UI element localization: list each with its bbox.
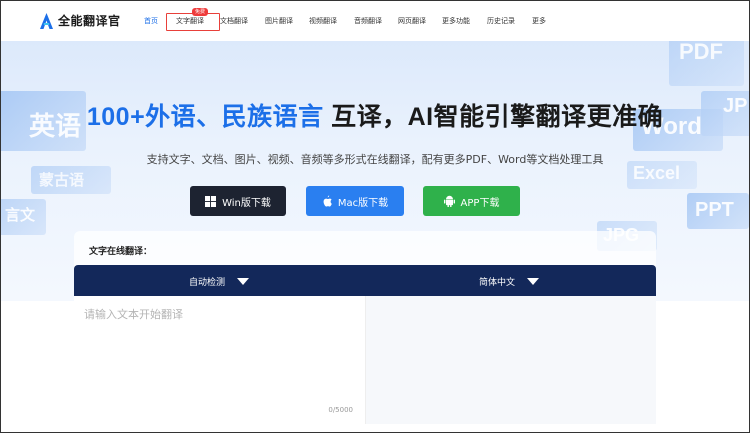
translator-label: 文字在线翻译：	[89, 247, 153, 257]
language-bar: 自动检测 简体中文	[74, 265, 656, 296]
nav-item-image-translate[interactable]: 图片翻译	[265, 16, 293, 26]
chevron-down-icon	[237, 278, 250, 285]
target-language-select[interactable]: 简体中文	[479, 275, 540, 288]
apple-icon	[323, 195, 332, 207]
source-text-area: 0/5000	[74, 296, 366, 424]
deco-text: 言文	[5, 207, 36, 224]
win-download-button[interactable]: Win版下载	[190, 186, 286, 216]
nav-item-audio-translate[interactable]: 音频翻译	[354, 16, 382, 26]
source-text-input[interactable]	[74, 296, 365, 424]
nav-item-home[interactable]: 首页	[144, 16, 158, 26]
app-download-button[interactable]: APP下载	[423, 186, 520, 216]
nav-item-more-features[interactable]: 更多功能	[442, 16, 470, 26]
win-download-label: Win版下载	[222, 197, 271, 209]
deco-text: PDF	[679, 41, 723, 64]
mac-download-button[interactable]: Mac版下载	[306, 186, 404, 216]
hero-title-highlight: 100+外语、民族语言	[86, 103, 324, 131]
main-nav: 首页 文字翻译 免费 文档翻译 图片翻译 视频翻译 音频翻译 网页翻译 更多功能…	[1, 1, 749, 41]
hero-subtitle: 支持文字、文档、图片、视频、音频等多形式在线翻译，配有更多PDF、Word等文档…	[146, 153, 604, 166]
mac-download-label: Mac版下载	[337, 197, 389, 209]
character-counter: 0/5000	[328, 406, 353, 414]
hero-title-rest: 互译，AI智能引擎翻译更准确	[323, 103, 664, 131]
nav-item-more[interactable]: 更多	[532, 16, 546, 26]
nav-item-history[interactable]: 历史记录	[487, 16, 515, 26]
free-badge: 免费	[192, 8, 209, 16]
source-language-label: 自动检测	[189, 278, 226, 288]
nav-item-text-translate[interactable]: 文字翻译	[176, 16, 204, 26]
deco-text: 蒙古语	[39, 172, 85, 189]
app-download-label: APP下载	[460, 197, 500, 209]
source-language-select[interactable]: 自动检测	[189, 275, 250, 288]
top-nav-bar: 全能翻译官 首页 文字翻译 免费 文档翻译 图片翻译 视频翻译 音频翻译 网页翻…	[1, 1, 749, 41]
android-icon	[443, 195, 455, 207]
windows-icon	[205, 195, 217, 207]
nav-item-video-translate[interactable]: 视频翻译	[309, 16, 337, 26]
nav-item-document-translate[interactable]: 文档翻译	[220, 16, 248, 26]
deco-text: PPT	[695, 199, 734, 221]
chevron-down-icon	[527, 278, 540, 285]
hero-title: 100+外语、民族语言 互译，AI智能引擎翻译更准确	[1, 97, 749, 133]
nav-item-webpage-translate[interactable]: 网页翻译	[398, 16, 426, 26]
page: 英语 蒙古语 言文 PDF JP Word Excel PPT JPG 100+…	[0, 0, 750, 433]
target-text-area	[366, 296, 656, 424]
target-language-label: 简体中文	[479, 278, 516, 288]
